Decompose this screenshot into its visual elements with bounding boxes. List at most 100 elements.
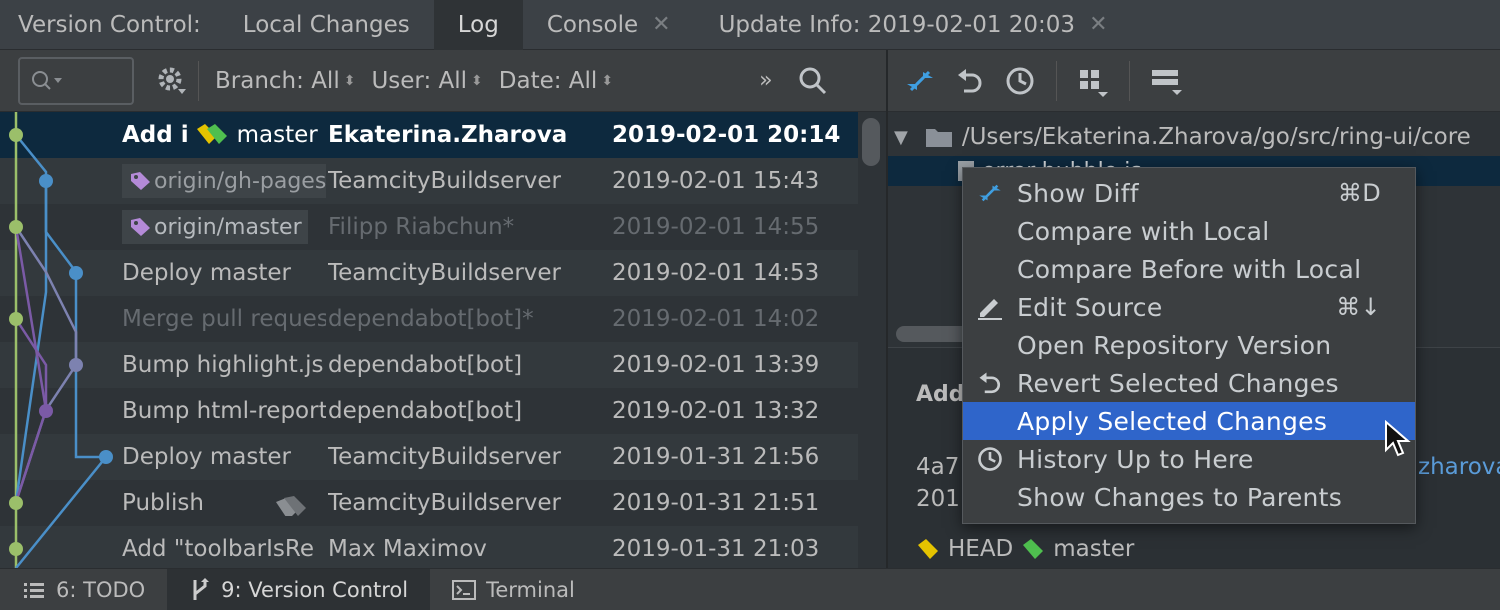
menu-item-label: Show Changes to Parents [1017, 482, 1343, 512]
table-row[interactable]: origin/gh-pages TeamcityBuildserver 2019… [0, 158, 858, 204]
revert-icon [958, 68, 982, 92]
commit-author: Max Maximov [328, 536, 487, 562]
tab-console[interactable]: Console ✕ [523, 0, 695, 50]
search-icon [32, 70, 62, 90]
tool-window-title: Version Control: [18, 11, 201, 38]
menu-item-label: History Up to Here [1017, 444, 1254, 474]
tab-label: Update Info: 2019-02-01 20:03 [718, 11, 1076, 38]
date-filter[interactable]: Date: All ⬍ [499, 68, 613, 94]
layout-button[interactable] [1146, 61, 1186, 101]
terminal-tool-button[interactable]: Terminal [430, 569, 597, 610]
ref-name: origin/master [154, 214, 302, 240]
commit-date-text: 201 [916, 486, 960, 512]
author-link[interactable]: zharova [1418, 454, 1500, 480]
menu-item-apply-selected-changes[interactable]: Apply Selected Changes [963, 402, 1415, 440]
group-by-button[interactable] [1073, 61, 1113, 101]
version-control-tool-button[interactable]: 9: Version Control [167, 568, 431, 610]
search-icon [799, 67, 826, 94]
commit-date: 2019-02-01 13:39 [612, 352, 820, 378]
commit-date: 2019-02-01 14:02 [612, 306, 820, 332]
layout-icon [1152, 69, 1182, 95]
commit-author: TeamcityBuildserver [328, 444, 561, 470]
tags-icon [276, 496, 306, 516]
table-row[interactable]: Bump highlight.js dependabot[bot] 2019-0… [0, 342, 858, 388]
tab-update-info[interactable]: Update Info: 2019-02-01 20:03 ✕ [695, 0, 1132, 50]
revert-icon [975, 369, 1005, 397]
table-row[interactable]: Publish TeamcityBuildserver 2019-01-31 2… [0, 480, 858, 526]
menu-item-label: Compare Before with Local [1017, 254, 1362, 284]
tree-root-path: /Users/Ekaterina.Zharova/go/src/ring-ui/… [961, 124, 1471, 150]
history-button[interactable] [1000, 61, 1040, 101]
menu-item-open-repository-version[interactable]: Open Repository Version [963, 326, 1415, 364]
commit-message: Bump html-report [122, 398, 326, 424]
menu-item-edit-source[interactable]: Edit Source ⌘↓ [963, 288, 1415, 326]
commit-author: dependabot[bot] [328, 398, 523, 424]
tab-label: Local Changes [242, 11, 410, 38]
settings-button[interactable] [152, 61, 192, 101]
commit-message-text: Add i [122, 122, 189, 148]
clock-icon [1006, 67, 1034, 94]
tag-icon [131, 218, 150, 236]
diff-icon [975, 179, 1005, 207]
table-row[interactable]: Add "toolbarIsRe Max Maximov 2019-01-31 … [0, 526, 858, 568]
menu-item-label: Open Repository Version [1017, 330, 1332, 360]
menu-item-compare-before-with-local[interactable]: Compare Before with Local [963, 250, 1415, 288]
commit-title: Add [916, 382, 965, 407]
branch-filter[interactable]: Branch: All ⬍ [215, 68, 355, 94]
menu-item-label: Edit Source [1017, 292, 1163, 322]
log-scrollbar[interactable] [862, 118, 880, 166]
list-icon [24, 582, 44, 598]
table-row[interactable]: origin/master Filipp Riabchun* 2019-02-0… [0, 204, 858, 250]
log-toolbar: Branch: All ⬍ User: All ⬍ Date: All ⬍ » [0, 50, 886, 112]
date-filter-label: Date: All [498, 67, 598, 94]
menu-item-show-changes-to-parents[interactable]: Show Changes to Parents [963, 478, 1415, 516]
find-button[interactable] [793, 61, 833, 101]
show-diff-button[interactable] [900, 61, 940, 101]
commit-message: origin/gh-pages [122, 164, 326, 198]
ref-tag: origin/gh-pages [122, 164, 326, 198]
tag-icon [1023, 539, 1044, 559]
updown-arrow-icon: ⬍ [601, 73, 614, 89]
pencil-icon [975, 293, 1005, 321]
close-icon[interactable]: ✕ [1089, 0, 1107, 50]
table-row[interactable]: Deploy master TeamcityBuildserver 2019-0… [0, 250, 858, 296]
branch-icon [193, 577, 210, 600]
shortcut-label: ⌘D [1337, 179, 1381, 207]
table-row[interactable]: Bump html-report dependabot[bot] 2019-02… [0, 388, 858, 434]
commit-author: TeamcityBuildserver [328, 168, 561, 194]
mouse-cursor-icon [1385, 420, 1411, 457]
table-row[interactable]: Deploy master TeamcityBuildserver 2019-0… [0, 434, 858, 480]
close-icon[interactable]: ✕ [652, 0, 670, 50]
revert-button[interactable] [950, 61, 990, 101]
todo-tool-button[interactable]: 6: TODO [0, 569, 167, 610]
menu-item-history-up-to-here[interactable]: History Up to Here [963, 440, 1415, 478]
diff-icon [907, 70, 933, 91]
commit-hash: 4a7 [916, 454, 960, 480]
menu-item-show-diff[interactable]: Show Diff ⌘D [963, 174, 1415, 212]
tab-log[interactable]: Log [433, 0, 523, 50]
commit-date: 2019-02-01 14:53 [612, 260, 820, 286]
commit-author: TeamcityBuildserver [328, 260, 561, 286]
ref-name: origin/gh-pages [154, 168, 326, 194]
log-search-input[interactable] [18, 56, 134, 105]
tab-local-changes[interactable]: Local Changes [219, 0, 434, 50]
context-menu: Show Diff ⌘D Compare with Local Compare … [962, 167, 1416, 524]
commit-message: Deploy master [122, 444, 291, 470]
more-filters-button[interactable]: » [759, 68, 772, 93]
changes-toolbar [888, 50, 1500, 112]
commit-author: Ekaterina.Zharova [328, 122, 568, 148]
branch-filter-label: Branch: All [215, 67, 340, 94]
commit-log-table[interactable]: Add i master Ekaterina.Zharova 2019-02-0… [0, 112, 886, 568]
menu-item-revert-selected-changes[interactable]: Revert Selected Changes [963, 364, 1415, 402]
chevron-down-icon[interactable]: ▼ [894, 127, 908, 148]
menu-item-compare-with-local[interactable]: Compare with Local [963, 212, 1415, 250]
tree-root-node[interactable]: ▼ /Users/Ekaterina.Zharova/go/src/ring-u… [888, 118, 1471, 156]
table-row[interactable]: Add i master Ekaterina.Zharova 2019-02-0… [0, 112, 858, 158]
menu-item-label: Compare with Local [1017, 216, 1270, 246]
table-row[interactable]: Merge pull request dependabot[bot]* 2019… [0, 296, 858, 342]
commit-message: Bump highlight.js [122, 352, 324, 378]
commit-date: 2019-02-01 14:55 [612, 214, 820, 240]
user-filter[interactable]: User: All ⬍ [371, 68, 482, 94]
shortcut-label: ⌘↓ [1336, 293, 1381, 321]
commit-message: Add i master [122, 122, 322, 148]
